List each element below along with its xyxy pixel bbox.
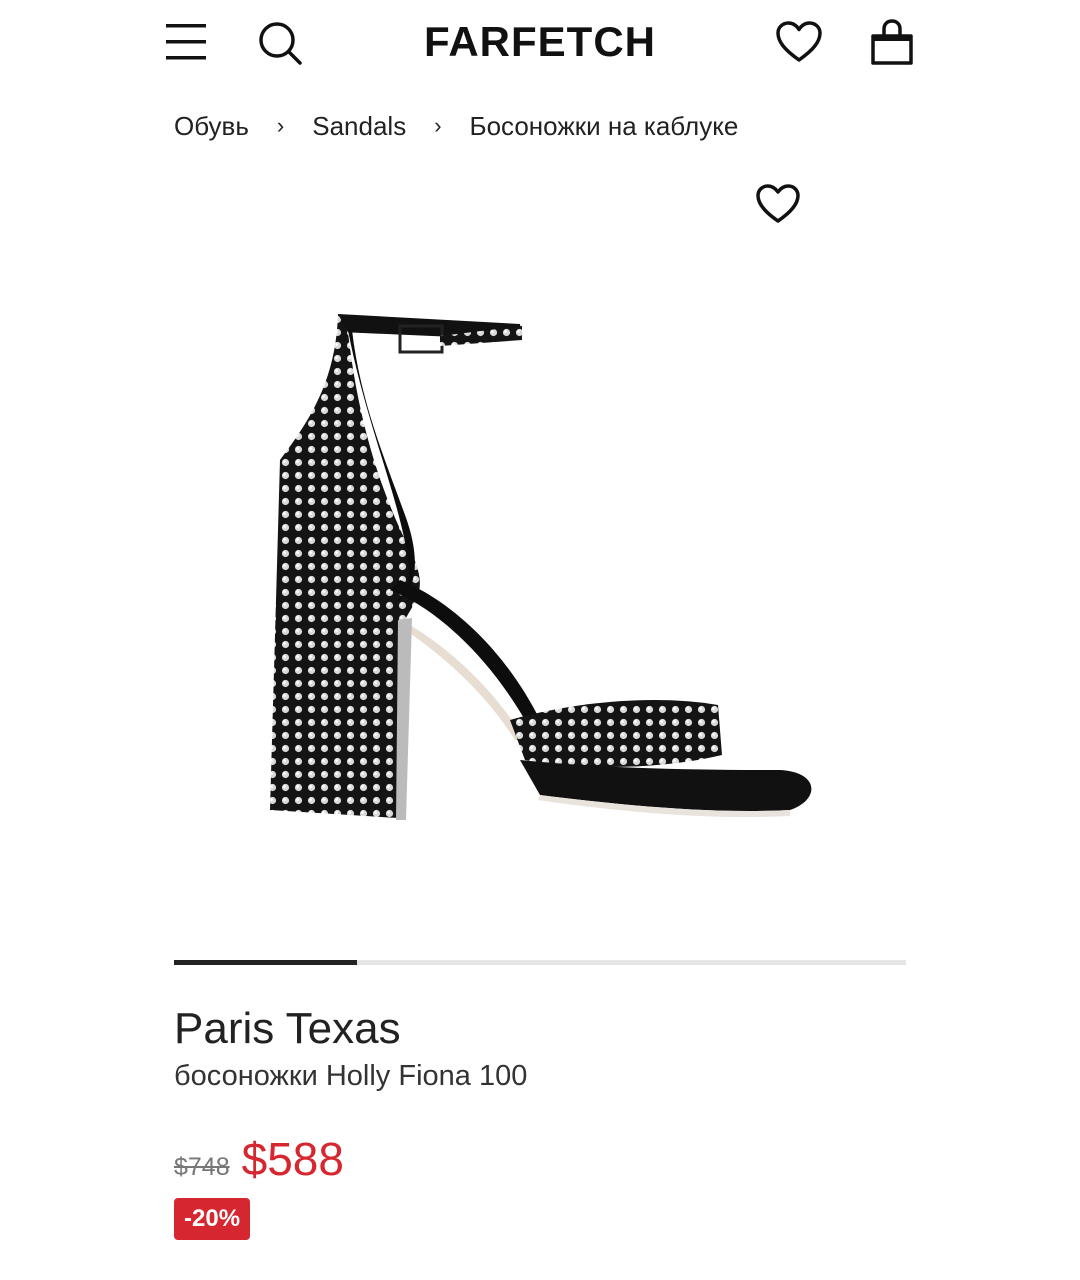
heart-icon[interactable] — [775, 20, 823, 64]
breadcrumb-item-sandals[interactable]: Sandals — [312, 111, 406, 142]
product-image — [270, 314, 812, 820]
search-icon[interactable] — [257, 20, 303, 66]
top-nav-bar: FARFETCH — [0, 0, 1080, 88]
chevron-right-icon: › — [276, 113, 285, 138]
original-price: $748 — [174, 1153, 230, 1181]
menu-icon[interactable] — [166, 22, 208, 62]
shopping-bag-icon[interactable] — [868, 18, 916, 66]
farfetch-logo[interactable]: FARFETCH — [380, 18, 700, 66]
breadcrumb-item-heeled-sandals[interactable]: Босоножки на каблуке — [470, 111, 739, 142]
chevron-right-icon: › — [434, 113, 442, 138]
heart-icon[interactable] — [755, 183, 801, 225]
product-name: босоножки Holly Fiona 100 — [174, 1060, 528, 1092]
gallery-progress-track — [174, 960, 906, 965]
price-row: $748 $588 — [174, 1132, 344, 1186]
discount-badge: -20% — [174, 1198, 251, 1240]
breadcrumb: Обувь › Sandals › Босоножки на каблуке — [174, 108, 738, 144]
product-brand[interactable]: Paris Texas — [174, 1004, 401, 1054]
gallery-progress-indicator — [174, 960, 357, 965]
breadcrumb-item-shoes[interactable]: Обувь — [174, 111, 249, 142]
sale-price: $588 — [241, 1133, 344, 1185]
